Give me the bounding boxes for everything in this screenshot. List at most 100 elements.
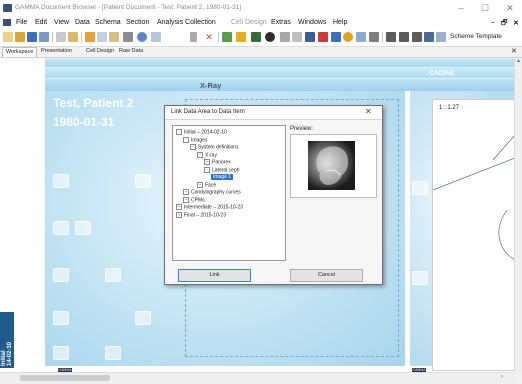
ceph-image-frame[interactable]: 1 : 1.27: [432, 99, 514, 371]
settings-icon[interactable]: [436, 32, 446, 42]
new-icon[interactable]: [3, 32, 13, 42]
camera-icon[interactable]: [356, 32, 366, 42]
tree-node[interactable]: − Images: [183, 136, 207, 143]
horizontal-scrollbar[interactable]: ›: [0, 372, 514, 384]
cell-square: [135, 174, 151, 188]
collapse-icon[interactable]: −: [190, 144, 196, 150]
link-icon[interactable]: [305, 32, 315, 42]
chart-icon[interactable]: [222, 32, 232, 42]
tab-cell-design[interactable]: Cell Design: [83, 47, 117, 56]
cell-square: [412, 271, 428, 285]
paste-icon[interactable]: [109, 32, 119, 42]
menu-cell-design[interactable]: Cell Design: [231, 19, 267, 26]
dropdown-arrow-icon[interactable]: [190, 32, 197, 42]
tree-node-label: Condylography curves: [191, 189, 241, 196]
tab-workspace[interactable]: Workspace: [2, 47, 38, 57]
close-tab-button[interactable]: ✕: [508, 47, 520, 56]
menu-section[interactable]: Section: [126, 19, 149, 26]
tree-node[interactable]: − X-ray: [197, 151, 217, 158]
cascade-icon[interactable]: [424, 32, 434, 42]
alert-icon[interactable]: [343, 32, 353, 42]
blue-shield-icon[interactable]: [331, 32, 341, 42]
menu-file[interactable]: File: [16, 19, 27, 26]
print-icon[interactable]: [56, 32, 66, 42]
menu-windows[interactable]: Windows: [298, 19, 326, 26]
cell-square: [53, 311, 69, 325]
tree-node[interactable]: + Intermediate – 2015-10-23: [176, 204, 243, 210]
document-page-right[interactable]: 1 : 1.27 GAMMADENTAL: [410, 91, 514, 372]
globe-icon[interactable]: [137, 32, 147, 42]
scroll-thumb[interactable]: [20, 375, 110, 381]
document-icon: [3, 19, 11, 26]
mdi-close-button[interactable]: ✕: [513, 19, 519, 27]
tree-node[interactable]: + Face: [197, 181, 216, 188]
window-icon[interactable]: [399, 32, 409, 42]
collapse-icon[interactable]: −: [183, 136, 189, 143]
menu-analysis-collection[interactable]: Analysis Collection: [157, 19, 216, 26]
save-all-icon[interactable]: [39, 32, 49, 42]
properties-icon[interactable]: [123, 32, 133, 42]
data-item-tree[interactable]: − Initial – 2014-02-10− Images − System defi…: [172, 125, 286, 261]
expand-icon[interactable]: +: [197, 181, 203, 188]
scheme-template-label[interactable]: Scheme Template: [450, 33, 502, 40]
tree-node[interactable]: + Panorex: [204, 159, 231, 165]
tree-node[interactable]: − Initial – 2014-02-10: [176, 129, 227, 135]
record-icon[interactable]: [265, 32, 275, 42]
tab-presentation[interactable]: Presentation: [38, 47, 75, 56]
cell-square: [53, 221, 69, 235]
cancel-button[interactable]: Cancel: [290, 269, 363, 282]
expand-icon[interactable]: +: [176, 204, 182, 210]
tile-icon[interactable]: [412, 32, 422, 42]
scroll-up-icon[interactable]: ▲: [516, 58, 521, 64]
tree-node[interactable]: − System definitions: [190, 144, 239, 150]
flag-icon[interactable]: [318, 32, 328, 42]
open-folder-icon[interactable]: [15, 32, 25, 42]
export-icon[interactable]: [369, 32, 379, 42]
tree-node-label: CPMs: [191, 196, 205, 203]
menu-schema[interactable]: Schema: [95, 19, 121, 26]
dialog-title-bar[interactable]: Link Data Area to Data Item ✕: [165, 106, 382, 120]
tree-node[interactable]: + Final – 2015-10-23: [176, 211, 226, 218]
grid-icon[interactable]: [251, 32, 261, 42]
expand-icon[interactable]: +: [176, 211, 182, 218]
tree-node[interactable]: Image 1: [211, 174, 234, 180]
expand-icon[interactable]: +: [204, 159, 210, 165]
close-button[interactable]: ✕: [500, 2, 520, 15]
tree-node[interactable]: − Lateral ceph: [204, 166, 240, 173]
window-title: GAMMA Document Browser - [Patient Docume…: [15, 4, 242, 11]
cut-icon[interactable]: [85, 32, 95, 42]
expand-icon[interactable]: +: [183, 189, 189, 195]
collapse-icon[interactable]: −: [176, 129, 182, 135]
menu-view[interactable]: View: [54, 19, 69, 26]
menu-edit[interactable]: Edit: [35, 19, 47, 26]
delete-icon[interactable]: ✕: [204, 32, 214, 42]
tree-node[interactable]: + CPMs: [183, 196, 205, 203]
layout-icon[interactable]: [292, 32, 302, 42]
menu-data[interactable]: Data: [75, 19, 90, 26]
view-title: X-Ray: [200, 81, 222, 90]
menu-extras[interactable]: Extras: [271, 19, 291, 26]
highlight-icon[interactable]: [236, 32, 246, 42]
dialog-close-icon[interactable]: ✕: [365, 107, 372, 116]
mdi-minimize-button[interactable]: –: [491, 19, 495, 26]
copy-icon[interactable]: [97, 32, 107, 42]
preview-label: Preview:: [290, 126, 314, 132]
save-icon[interactable]: [27, 32, 37, 42]
table-icon[interactable]: [280, 32, 290, 42]
maximize-button[interactable]: ☐: [475, 2, 495, 15]
scroll-right-icon[interactable]: ›: [501, 374, 503, 380]
collapse-icon[interactable]: −: [204, 166, 210, 173]
expand-icon[interactable]: +: [183, 196, 189, 203]
menu-help[interactable]: Help: [333, 19, 347, 26]
monitor-icon[interactable]: [386, 32, 396, 42]
edit-icon[interactable]: [68, 32, 78, 42]
spacer: [45, 58, 514, 59]
vertical-scrollbar[interactable]: ▲: [514, 58, 522, 372]
frame-icon[interactable]: [151, 32, 161, 42]
minimize-button[interactable]: –: [451, 2, 471, 15]
tree-node[interactable]: + Condylography curves: [183, 189, 241, 195]
tab-raw-data[interactable]: Raw Data: [116, 47, 146, 56]
cell-square: [105, 346, 121, 360]
collapse-icon[interactable]: −: [197, 151, 203, 158]
link-button[interactable]: Link: [178, 269, 251, 282]
